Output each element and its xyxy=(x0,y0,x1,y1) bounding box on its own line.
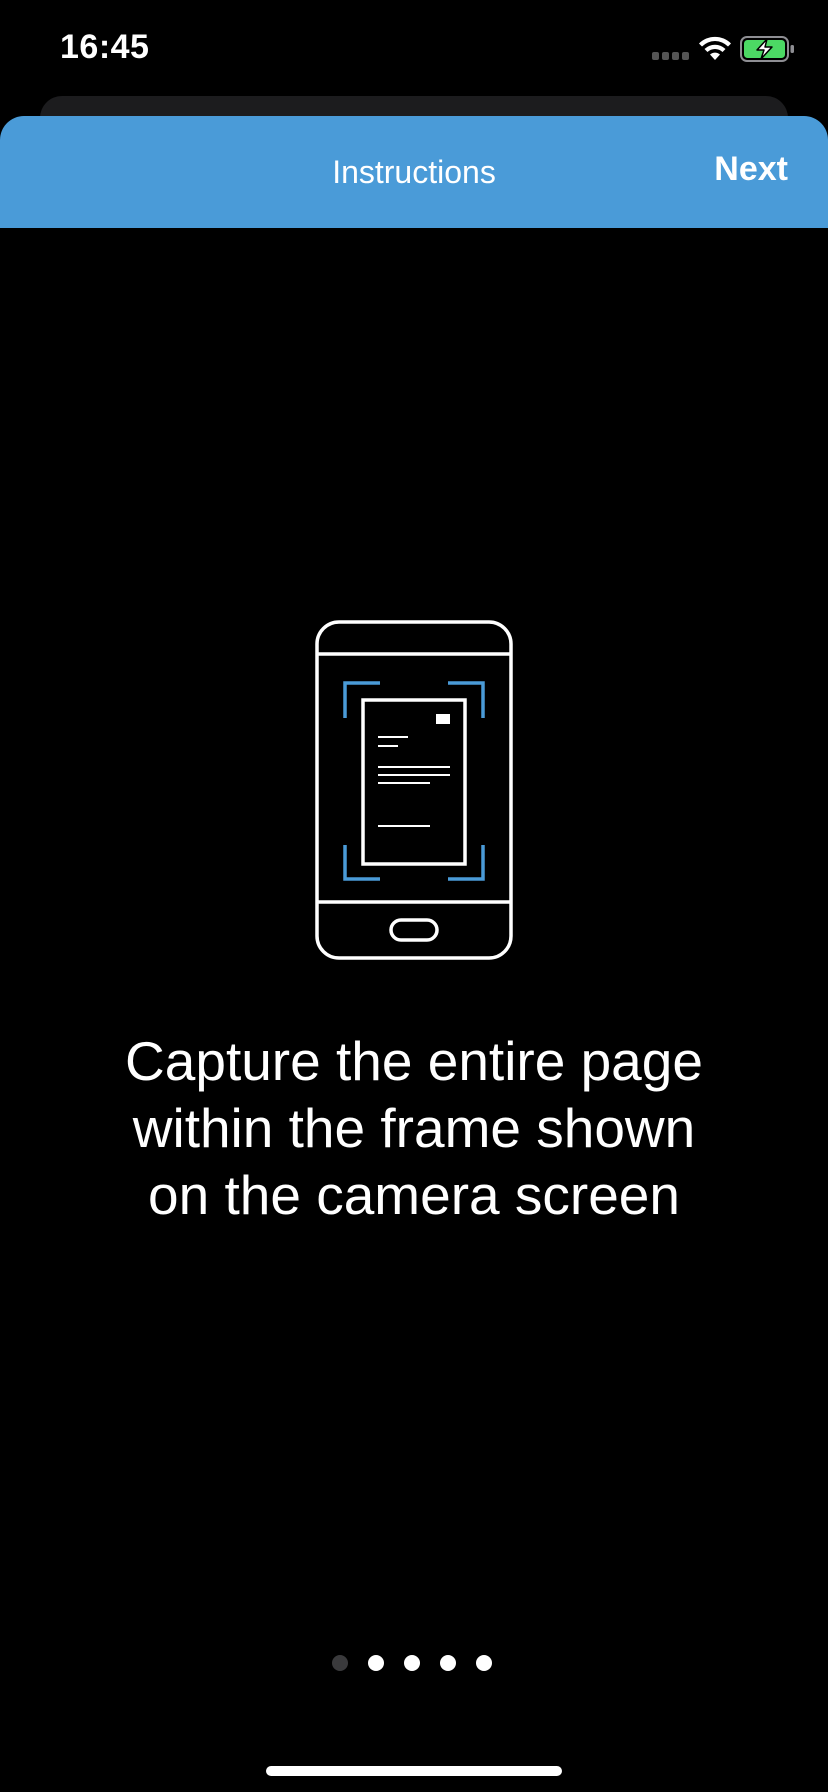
next-button[interactable]: Next xyxy=(714,150,788,189)
phone-document-scan-icon xyxy=(314,620,514,960)
page-dot-3[interactable] xyxy=(404,1655,420,1671)
page-indicator[interactable] xyxy=(0,1655,826,1671)
nav-header: Instructions Next xyxy=(0,116,828,228)
page-dot-5[interactable] xyxy=(476,1655,492,1671)
page-dot-1[interactable] xyxy=(332,1655,348,1671)
page-dot-4[interactable] xyxy=(440,1655,456,1671)
status-time: 16:45 xyxy=(60,28,150,66)
wifi-icon xyxy=(698,36,732,67)
battery-charging-icon xyxy=(740,36,796,67)
cellular-signal-icon xyxy=(652,52,689,60)
status-bar: 16:45 xyxy=(0,0,828,100)
page-title: Instructions xyxy=(332,154,496,190)
instruction-text: Capture the entire page within the frame… xyxy=(125,1030,703,1226)
home-indicator[interactable] xyxy=(266,1766,562,1776)
page-dot-2[interactable] xyxy=(368,1655,384,1671)
